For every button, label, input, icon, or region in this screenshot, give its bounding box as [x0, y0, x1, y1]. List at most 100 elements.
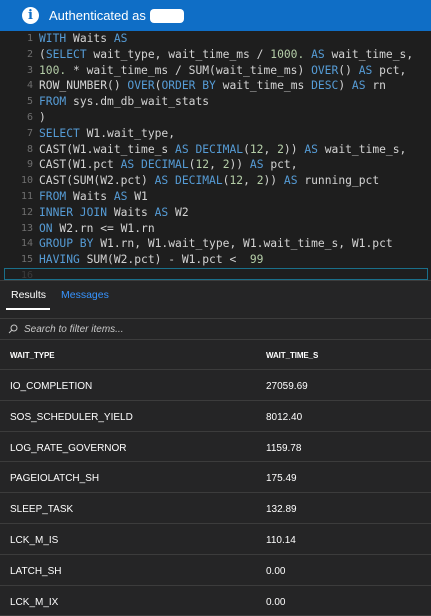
cell-wait-time-s[interactable]: 0.00 — [266, 597, 285, 608]
code-line[interactable]: 12 INNER JOIN Waits AS W2 — [0, 205, 431, 221]
code-text: FROM Waits AS W1 — [39, 189, 148, 205]
code-token: AS — [249, 158, 264, 172]
code-token: wait_type, wait_time_ms / — [86, 47, 271, 61]
code-line[interactable]: 5 FROM sys.dm_db_wait_stats — [0, 94, 431, 110]
code-token: ( — [39, 47, 46, 61]
code-text: ) — [39, 110, 46, 126]
code-token: FROM — [39, 189, 67, 203]
code-line[interactable]: 11 FROM Waits AS W1 — [0, 189, 431, 205]
table-row[interactable]: SOS_SCHEDULER_YIELD 8012.40 — [0, 401, 431, 432]
code-text: FROM sys.dm_db_wait_stats — [39, 94, 209, 110]
line-number: 3 — [26, 64, 33, 76]
cell-wait-time-s[interactable]: 8012.40 — [266, 412, 302, 423]
column-header-wait-time-s[interactable]: WAIT_TIME_S — [266, 351, 318, 360]
cell-wait-type[interactable]: LATCH_SH — [10, 566, 62, 577]
cell-wait-type[interactable]: SLEEP_TASK — [10, 504, 73, 515]
table-row[interactable]: IO_COMPLETION 27059.69 — [0, 370, 431, 401]
code-token: AS — [351, 79, 366, 93]
query-editor[interactable]: 1 WITH Waits AS 2 (SELECT wait_type, wait_t… — [0, 31, 431, 280]
code-line[interactable]: 14 GROUP BY W1.rn, W1.wait_type, W1.wait_… — [0, 236, 431, 252]
cell-wait-time-s[interactable]: 175.49 — [266, 473, 297, 484]
code-text: CAST(W1.pct AS DECIMAL(12, 2)) AS pct, — [39, 157, 298, 173]
cell-wait-time-s[interactable]: 132.89 — [266, 504, 297, 515]
table-row[interactable]: PAGEIOLATCH_SH 175.49 — [0, 462, 431, 494]
cell-wait-type[interactable]: LCK_M_IS — [10, 535, 58, 546]
code-text: HAVING SUM(W2.pct) - W1.pct < 99 — [39, 252, 263, 268]
code-token: AS — [175, 142, 189, 156]
active-tab-indicator — [6, 308, 50, 310]
cell-wait-type[interactable]: LCK_M_IX — [10, 597, 58, 608]
line-number: 2 — [26, 48, 33, 60]
code-line[interactable]: 9 CAST(W1.pct AS DECIMAL(12, 2)) AS pct, — [0, 157, 431, 173]
code-token: ORDER BY — [161, 79, 216, 93]
info-icon: i — [22, 7, 39, 24]
cell-wait-time-s[interactable]: 1159.78 — [266, 443, 301, 454]
code-line[interactable]: 6) — [0, 110, 431, 126]
cell-wait-type[interactable]: LOG_RATE_GOVERNOR — [10, 443, 127, 454]
code-token: CAST(W1.wait_time_s — [39, 142, 176, 156]
filter-bar[interactable]: Search to filter items... — [0, 318, 431, 340]
table-row[interactable]: LOG_RATE_GOVERNOR 1159.78 — [0, 432, 431, 463]
current-line-highlight — [4, 268, 428, 280]
line-number: 12 — [20, 206, 33, 218]
cell-wait-time-s[interactable]: 110.14 — [266, 535, 296, 546]
code-token: )) — [263, 174, 284, 188]
code-token: SELECT — [39, 126, 80, 140]
code-token: , — [263, 142, 278, 156]
line-number: 15 — [20, 254, 33, 266]
code-line[interactable]: 3 100. * wait_time_ms / SUM(wait_time_ms)… — [0, 63, 431, 79]
table-row[interactable]: LCK_M_IX 0.00 — [0, 586, 431, 616]
code-token: 12 — [249, 142, 264, 156]
code-line[interactable]: 7 SELECT W1.wait_type, — [0, 126, 431, 142]
banner-text: Authenticated as — [49, 8, 146, 23]
tab-results[interactable]: Results — [11, 289, 46, 301]
line-number: 11 — [20, 190, 33, 202]
code-line[interactable]: 13 ON W2.rn <= W1.rn — [0, 221, 431, 237]
line-number: 14 — [20, 238, 33, 250]
code-token: ON — [39, 221, 53, 235]
code-token: pct, — [372, 63, 407, 77]
line-number: 10 — [20, 175, 33, 187]
code-token: OVER — [127, 79, 155, 93]
code-line[interactable]: 2 (SELECT wait_type, wait_time_ms / 1000.… — [0, 47, 431, 63]
line-number: 1 — [26, 33, 33, 44]
redacted-username — [149, 8, 184, 23]
code-token: 2 — [256, 174, 264, 188]
code-line[interactable]: 10 CAST(SUM(W2.pct) AS DECIMAL(12, 2)) AS… — [0, 173, 431, 189]
search-input[interactable]: Search to filter items... — [24, 324, 123, 335]
cell-wait-type[interactable]: PAGEIOLATCH_SH — [10, 473, 99, 484]
column-header-wait-type[interactable]: WAIT_TYPE — [10, 351, 55, 360]
code-token: INNER JOIN — [39, 205, 108, 219]
code-token: () — [338, 63, 359, 77]
cell-wait-time-s[interactable]: 0.00 — [266, 566, 285, 577]
code-line[interactable]: 15 HAVING SUM(W2.pct) - W1.pct < 99 — [0, 252, 431, 268]
code-line[interactable]: 4 ROW_NUMBER() OVER(ORDER BY wait_time_ms… — [0, 78, 431, 94]
code-token: 12 — [229, 174, 244, 188]
code-token: wait_time_s, — [324, 47, 414, 61]
cell-wait-time-s[interactable]: 27059.69 — [266, 381, 308, 392]
line-number: 6 — [26, 111, 33, 123]
cell-wait-type[interactable]: IO_COMPLETION — [10, 381, 92, 392]
code-line[interactable]: 8 CAST(W1.wait_time_s AS DECIMAL(12, 2)) … — [0, 142, 431, 158]
code-text: WITH Waits AS — [39, 31, 127, 47]
code-token: pct, — [263, 158, 298, 172]
code-token: wait_time_ms — [215, 79, 312, 93]
code-token: SUM(W2.pct) - W1.pct < — [79, 253, 250, 267]
table-row[interactable]: LCK_M_IS 110.14 — [0, 524, 431, 555]
code-token: 2 — [222, 158, 230, 172]
code-token: )) — [229, 158, 250, 172]
code-token: W1.wait_type, — [79, 126, 176, 140]
search-icon — [8, 324, 18, 334]
code-line[interactable]: 1 WITH Waits AS — [0, 31, 431, 47]
code-token: SELECT — [45, 47, 87, 61]
code-token: GROUP BY — [39, 237, 94, 251]
code-token: AS — [154, 205, 169, 219]
cell-wait-type[interactable]: SOS_SCHEDULER_YIELD — [10, 412, 133, 423]
table-row[interactable]: LATCH_SH 0.00 — [0, 555, 431, 586]
code-token: AS — [154, 174, 169, 188]
code-lines[interactable]: 1 WITH Waits AS 2 (SELECT wait_type, wait_t… — [0, 31, 431, 280]
code-text: CAST(SUM(W2.pct) AS DECIMAL(12, 2)) AS r… — [39, 173, 379, 189]
tab-messages[interactable]: Messages — [61, 289, 109, 301]
code-token: DECIMAL — [141, 158, 189, 172]
table-row[interactable]: SLEEP_TASK 132.89 — [0, 493, 431, 524]
